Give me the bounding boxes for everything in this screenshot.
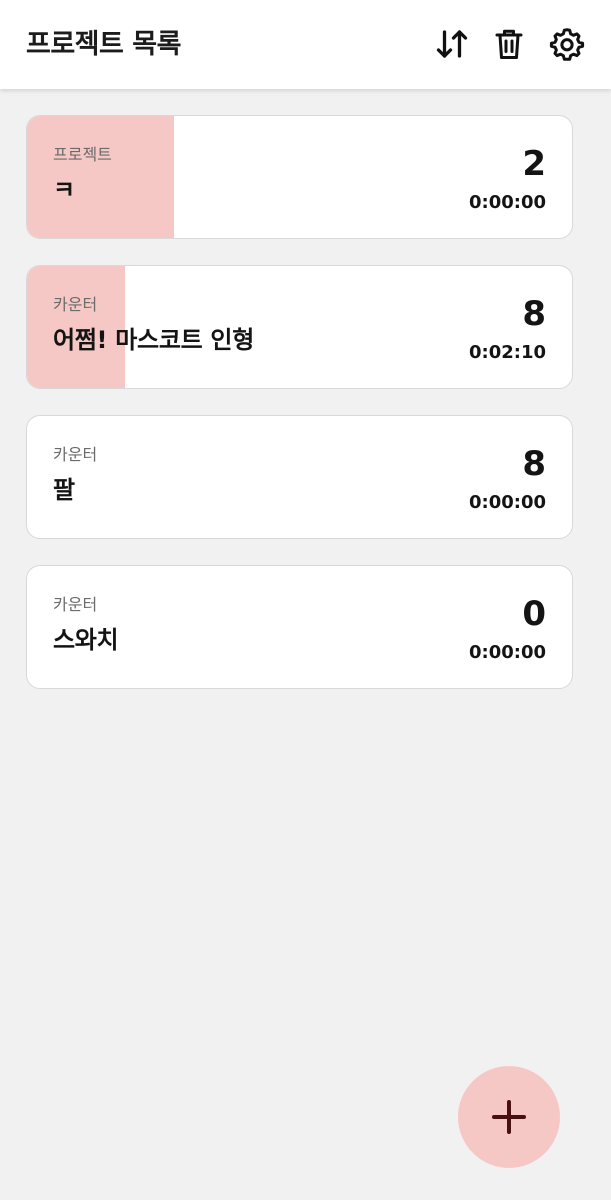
sort-button[interactable]: [430, 22, 474, 66]
project-time: 0:00:00: [468, 492, 546, 513]
project-name: 스와치: [53, 626, 119, 654]
sort-icon: [436, 30, 468, 58]
project-card[interactable]: 카운터 팔 8 0:00:00: [26, 415, 573, 539]
project-card[interactable]: 프로젝트 ㅋ 2 0:00:00: [26, 115, 573, 239]
project-time: 0:00:00: [468, 642, 546, 663]
project-count: 2: [522, 144, 546, 184]
project-name: ㅋ: [53, 176, 75, 204]
trash-icon: [495, 29, 523, 59]
settings-gear-icon: [549, 28, 585, 61]
page-title: 프로젝트 목록: [26, 29, 181, 60]
project-count: 8: [522, 294, 546, 334]
app-bar: 프로젝트 목록: [0, 0, 611, 89]
delete-button[interactable]: [487, 22, 531, 66]
project-name: 팔: [53, 476, 75, 504]
project-count: 8: [522, 444, 546, 484]
project-type-label: 카운터: [53, 445, 98, 464]
plus-icon: [492, 1100, 526, 1134]
project-count: 0: [522, 594, 546, 634]
add-project-button[interactable]: [458, 1066, 560, 1168]
settings-button[interactable]: [545, 22, 589, 66]
project-card[interactable]: 카운터 스와치 0 0:00:00: [26, 565, 573, 689]
project-list: 프로젝트 ㅋ 2 0:00:00 카운터 어쩜! 마스코트 인형 8 0:02:…: [26, 115, 573, 715]
progress-fill: [27, 116, 175, 238]
project-time: 0:02:10: [468, 342, 546, 363]
project-name: 어쩜! 마스코트 인형: [53, 326, 254, 354]
project-type-label: 카운터: [53, 595, 98, 614]
project-card[interactable]: 카운터 어쩜! 마스코트 인형 8 0:02:10: [26, 265, 573, 389]
project-type-label: 프로젝트: [53, 145, 112, 164]
project-time: 0:00:00: [468, 192, 546, 213]
project-type-label: 카운터: [53, 295, 98, 314]
